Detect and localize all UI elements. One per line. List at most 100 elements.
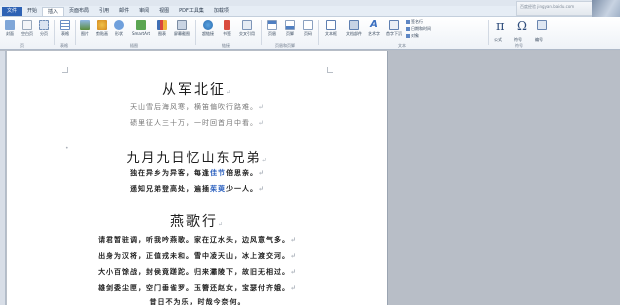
- tab-mailings[interactable]: 邮件: [114, 7, 134, 16]
- tab-addins[interactable]: 加载项: [209, 7, 234, 16]
- poem-line-text: 遥知兄弟登高处，遍插: [130, 184, 211, 193]
- page-number-button[interactable]: 页码: [300, 20, 316, 36]
- textbox-button[interactable]: 文本框: [321, 20, 341, 36]
- picture-button[interactable]: 图片: [77, 20, 93, 36]
- bookmark-button[interactable]: 书签: [219, 20, 235, 36]
- group-separator: [488, 20, 489, 45]
- chart-label: 图表: [158, 31, 166, 36]
- quick-parts-icon: [349, 20, 359, 30]
- group-separator: [75, 20, 76, 45]
- group-table-label: 表格: [60, 43, 68, 48]
- poem-line-text: 大小百馀战，封侯竟蹉跎。归来灞陵下，故旧无相过。: [98, 267, 291, 276]
- page-number-label: 页码: [304, 31, 312, 36]
- shapes-button[interactable]: 形状: [111, 20, 127, 36]
- group-separator: [195, 20, 196, 45]
- tab-insert[interactable]: 插入: [42, 7, 65, 16]
- group-pages-label: 页: [20, 43, 24, 48]
- blank-page-icon: [22, 20, 32, 30]
- wordart-icon: A: [370, 19, 378, 30]
- paragraph-mark: ↵: [290, 251, 297, 260]
- poem-line[interactable]: 昔日不为乐，时哉今奈何。: [7, 297, 388, 305]
- picture-label: 图片: [81, 31, 89, 36]
- footer-icon: [285, 20, 295, 30]
- page-break-button[interactable]: 分页: [36, 20, 52, 36]
- tab-pdf-tools[interactable]: PDF工具集: [174, 7, 209, 16]
- paragraph-mark: ↵: [258, 119, 265, 127]
- wordart-button[interactable]: A 艺术字: [366, 19, 382, 37]
- equation-label: 公式: [494, 37, 502, 42]
- group-text-label: 文本: [398, 43, 406, 48]
- poem-line[interactable]: 天山雪后海风寒，横笛偏吹行路难。↵: [7, 102, 388, 112]
- paragraph-mark: ↵: [258, 103, 265, 111]
- highlighted-text: 茱萸: [210, 184, 227, 193]
- poem-line[interactable]: 雄剑委尘匣，空门垂雀罗。玉簪还赵女，宝瑟付齐娥。↵: [7, 283, 388, 293]
- poem-line-text: 倍思亲。: [226, 168, 259, 177]
- chart-icon: [157, 20, 167, 30]
- signature-line-button[interactable]: 签名行: [406, 19, 423, 24]
- tab-home[interactable]: 开始: [22, 7, 42, 16]
- number-label: 编号: [535, 37, 543, 42]
- poem-line[interactable]: 出身为汉将，正值戎未和。雪中凌天山，冰上渡交河。↵: [7, 251, 388, 261]
- cover-page-label: 封面: [6, 31, 14, 36]
- group-separator: [318, 20, 319, 45]
- hyperlink-icon: [203, 20, 213, 30]
- brand-logo: [592, 0, 620, 18]
- tab-view[interactable]: 视图: [154, 7, 174, 16]
- poem-line[interactable]: 大小百馀战，封侯竟蹉跎。归来灞陵下，故旧无相过。↵: [7, 267, 388, 277]
- vertical-ruler[interactable]: [0, 51, 6, 305]
- table-icon: [60, 20, 70, 30]
- tab-review[interactable]: 审阅: [134, 7, 154, 16]
- tab-file[interactable]: 文件: [2, 7, 23, 16]
- crop-mark: [327, 67, 333, 73]
- blank-page-label: 空白页: [21, 31, 33, 36]
- group-links-label: 链接: [222, 43, 230, 48]
- poem-title[interactable]: 燕歌行↵: [7, 211, 388, 231]
- cross-reference-button[interactable]: 交叉引用: [236, 20, 258, 36]
- equation-pi-icon[interactable]: π: [496, 19, 505, 34]
- hyperlink-button[interactable]: 超链接: [198, 20, 218, 36]
- date-time-icon: [406, 27, 410, 31]
- number-button[interactable]: [534, 20, 550, 31]
- symbol-omega-icon[interactable]: Ω: [517, 19, 527, 33]
- footer-button[interactable]: 页脚: [282, 20, 298, 36]
- paragraph-mark: ↵: [290, 235, 297, 244]
- screenshot-button[interactable]: 屏幕截图: [172, 20, 192, 36]
- poem-title-text: 从军北征: [161, 82, 226, 98]
- page-break-label: 分页: [40, 31, 48, 36]
- poem-title[interactable]: 从军北征↵: [7, 79, 388, 99]
- poem-line[interactable]: 独在异乡为异客，每逢佳节倍思亲。↵: [7, 168, 388, 178]
- signature-line-label: 签名行: [411, 19, 423, 24]
- poem-line-text: 请君暂驻调，听我吟燕歌。家在辽水头，边风意气多。: [98, 235, 291, 244]
- table-button[interactable]: 表格: [57, 20, 73, 36]
- header-button[interactable]: 页眉: [264, 20, 280, 36]
- textbox-label: 文本框: [325, 31, 337, 36]
- chart-button[interactable]: 图表: [154, 20, 170, 36]
- highlighted-text: 佳节: [210, 168, 227, 177]
- date-time-button[interactable]: 日期和时间: [406, 26, 431, 31]
- tab-page-layout[interactable]: 页面布局: [64, 7, 94, 16]
- screenshot-icon: [177, 20, 187, 30]
- object-button[interactable]: 对象: [406, 33, 419, 38]
- paragraph-mark: ↵: [261, 157, 269, 164]
- poem-line[interactable]: 遥知兄弟登高处，遍插茱萸少一人。↵: [7, 184, 388, 194]
- paragraph-mark: ↵: [225, 89, 234, 96]
- clipart-button[interactable]: 剪贴画: [94, 20, 110, 36]
- poem-line[interactable]: 请君暂驻调，听我吟燕歌。家在辽水头，边风意气多。↵: [7, 235, 388, 245]
- smartart-button[interactable]: SmartArt: [130, 20, 152, 36]
- page-number-icon: [303, 20, 313, 30]
- table-label: 表格: [61, 31, 69, 36]
- poem-line[interactable]: 碛里征人三十万，一时回首月中看。↵: [7, 118, 388, 128]
- document-page[interactable]: • 从军北征↵ 天山雪后海风寒，横笛偏吹行路难。↵ 碛里征人三十万，一时回首月中…: [7, 51, 388, 305]
- cover-page-button[interactable]: 封面: [2, 20, 18, 36]
- object-label: 对象: [411, 33, 419, 38]
- quick-parts-button[interactable]: 文档部件: [343, 20, 365, 36]
- tab-references[interactable]: 引用: [94, 7, 114, 16]
- paragraph-mark: ↵: [258, 168, 265, 177]
- crop-mark: [62, 67, 68, 73]
- blank-page-button[interactable]: 空白页: [19, 20, 35, 36]
- hyperlink-label: 超链接: [202, 31, 214, 36]
- poem-line-text: 少一人。: [226, 184, 259, 193]
- drop-cap-button[interactable]: 首字下沉: [384, 20, 404, 36]
- poem-title[interactable]: 九月九日忆山东兄弟↵: [7, 147, 388, 166]
- number-icon: [537, 20, 547, 30]
